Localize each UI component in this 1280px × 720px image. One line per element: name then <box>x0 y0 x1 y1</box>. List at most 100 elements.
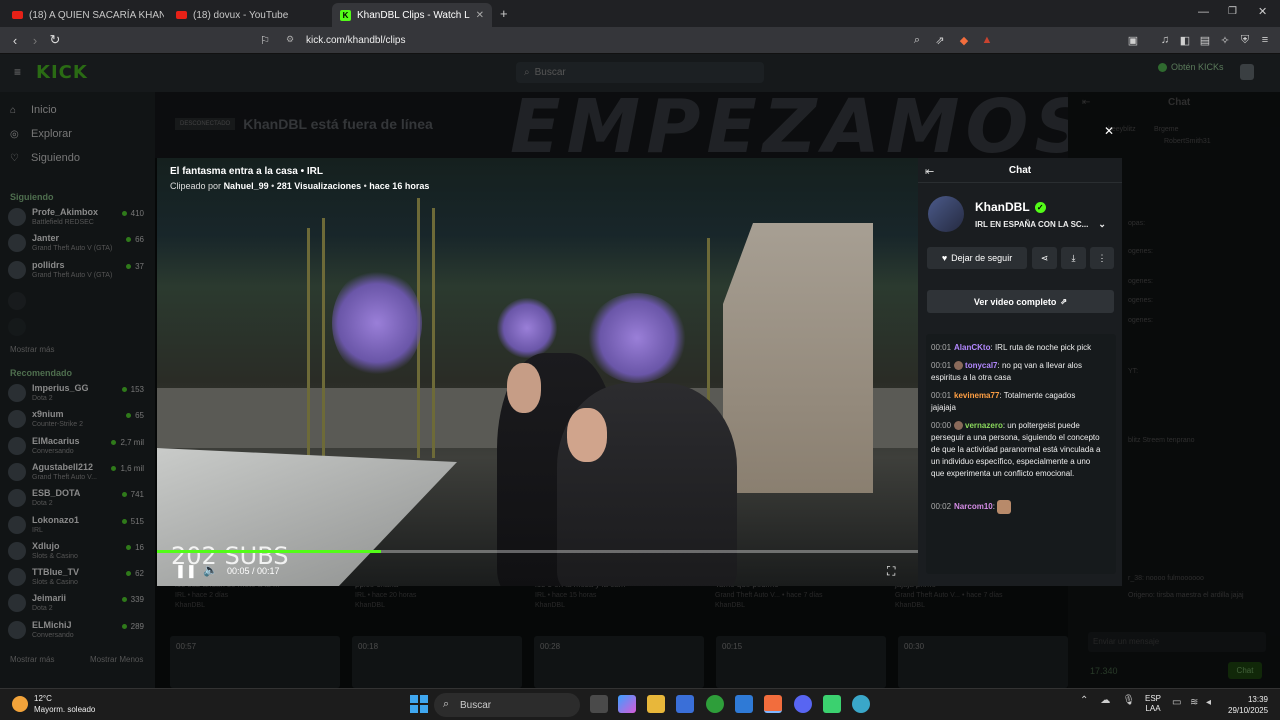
message-username[interactable]: tonycal7 <box>965 361 997 370</box>
music-icon[interactable]: ♫ <box>1158 33 1172 47</box>
store-icon[interactable] <box>676 695 694 713</box>
full-video-button[interactable]: Ver video completo ⇗ <box>927 290 1114 313</box>
collapse-panel-icon[interactable]: ⇤ <box>925 165 934 178</box>
weather-widget[interactable]: 12°C Mayorm. soleado <box>12 693 95 715</box>
channel-avatar[interactable] <box>928 196 964 232</box>
menu-icon[interactable]: ≡ <box>1258 33 1272 47</box>
channel-item[interactable]: ElMacarius Conversando 2,7 mil <box>8 435 148 461</box>
get-kicks-button[interactable]: Obtén KICKs <box>1158 62 1224 72</box>
wallet-icon[interactable]: ▤ <box>1198 33 1212 47</box>
microphone-icon[interactable]: 🎙 <box>1122 695 1135 706</box>
chevron-up-icon[interactable]: ⌃ <box>1080 695 1088 706</box>
fullscreen-icon[interactable]: ⛶ <box>887 564 895 579</box>
channel-item[interactable]: TTBlue_TV Slots & Casino 62 <box>8 566 148 592</box>
share-icon[interactable]: ⇗ <box>933 33 947 47</box>
xbox-icon[interactable] <box>706 695 724 713</box>
search-icon[interactable]: ⌕ <box>910 33 924 47</box>
share-button[interactable]: ⋖ <box>1032 247 1057 269</box>
reload-icon[interactable]: ↻ <box>47 32 63 48</box>
kick-logo[interactable]: KICK <box>36 62 88 83</box>
channel-item[interactable]: Lokonazo1 IRL 515 <box>8 514 148 540</box>
copilot-icon[interactable] <box>618 695 636 713</box>
mail-icon[interactable] <box>735 695 753 713</box>
channel-name: Lokonazo1 <box>32 514 80 525</box>
clip-title: El fantasma entra a la casa • IRL <box>170 166 324 177</box>
app-icon[interactable] <box>852 695 870 713</box>
file-explorer-icon[interactable] <box>647 695 665 713</box>
download-button[interactable]: ⤓ <box>1061 247 1086 269</box>
channel-item[interactable]: x9nium Counter-Strike 2 65 <box>8 408 148 434</box>
wifi-icon[interactable]: ≋ <box>1190 697 1198 708</box>
close-tab-icon[interactable]: ✕ <box>470 10 484 21</box>
share-icon: ⋖ <box>1040 252 1049 263</box>
clock[interactable]: 13:39 29/10/2025 <box>1228 694 1268 716</box>
unfollow-button[interactable]: ♥ Dejar de seguir <box>927 247 1027 269</box>
site-info-icon[interactable]: ⚙ <box>286 34 294 45</box>
message-username[interactable]: vernazero <box>965 421 1003 430</box>
clipper-name[interactable]: Nahuel_99 <box>224 181 269 191</box>
hamburger-icon[interactable]: ≡ <box>14 65 21 79</box>
user-avatar[interactable] <box>1240 64 1254 80</box>
sidebar-item-inicio[interactable]: ⌂ Inicio <box>10 104 57 116</box>
windows-start-icon[interactable] <box>410 695 428 713</box>
show-more-button[interactable]: Mostrar más <box>10 655 54 664</box>
channel-item[interactable]: ESB_DOTA Dota 2 741 <box>8 487 148 513</box>
viewer-count: 66 <box>126 235 144 244</box>
url-field[interactable]: ⚙ kick.com/khandbl/clips <box>276 29 1002 51</box>
channel-item[interactable]: Janter Grand Theft Auto V (GTA) 66 <box>8 232 148 258</box>
discord-icon[interactable] <box>794 695 812 713</box>
restore-icon[interactable]: ❐ <box>1228 6 1237 17</box>
pause-icon[interactable]: ❚❚ <box>175 563 197 578</box>
browser-tab[interactable]: (18) A QUIEN SACARÍA KHAN DE LA <box>4 3 164 27</box>
channel-item[interactable]: Xdlujo Slots & Casino 16 <box>8 540 148 566</box>
channel-item[interactable]: Jeimarii Dota 2 339 <box>8 592 148 618</box>
brave-shield-icon[interactable]: ◆ <box>957 33 971 47</box>
cloud-icon[interactable]: ☁ <box>1100 695 1110 706</box>
vpn-icon[interactable]: ⛨ <box>1238 33 1252 47</box>
sidebar-item-explorar[interactable]: ◎ Explorar <box>10 128 72 140</box>
back-icon[interactable]: ‹ <box>7 32 23 48</box>
video-progress-bar[interactable] <box>157 550 918 553</box>
system-tray[interactable]: ⌃ ☁ 🎙 <box>1080 695 1135 706</box>
stream-title[interactable]: IRL EN ESPAÑA CON LA SC... ⌄ <box>975 219 1106 230</box>
brave-browser-icon[interactable] <box>764 695 782 713</box>
volume-icon[interactable]: 🔈 <box>203 563 218 577</box>
show-less-button[interactable]: Mostrar Menos <box>90 655 143 664</box>
sidebar-item-siguiendo[interactable]: ♡ Siguiendo <box>10 152 80 164</box>
language-indicator[interactable]: ESP LAA <box>1145 694 1161 714</box>
recommended-heading: Recomendado <box>10 368 73 378</box>
channel-item[interactable]: Agustabell212 Grand Theft Auto V... 1,6 mi… <box>8 461 148 487</box>
bookmark-icon[interactable]: ⚐ <box>257 32 273 48</box>
sidebar-icon[interactable]: ◧ <box>1178 33 1192 47</box>
close-window-icon[interactable]: ✕ <box>1258 5 1267 18</box>
network-icon[interactable]: ▭ <box>1172 697 1181 708</box>
more-options-button[interactable]: ⋮ <box>1090 247 1114 269</box>
channel-item[interactable]: pollidrs Grand Theft Auto V (GTA) 37 <box>8 259 148 285</box>
taskbar-search[interactable]: ⌕ Buscar <box>434 693 580 717</box>
brave-rewards-icon[interactable]: ▲ <box>980 33 994 47</box>
message-username[interactable]: Narcom10 <box>954 502 993 511</box>
forward-icon[interactable]: › <box>27 32 43 48</box>
ai-icon[interactable]: ✧ <box>1218 33 1232 47</box>
app-icon[interactable] <box>823 695 841 713</box>
channel-item-faded[interactable] <box>8 316 148 342</box>
show-more-button[interactable]: Mostrar más <box>10 345 54 354</box>
browser-tab[interactable]: (18) dovux - YouTube <box>168 3 328 27</box>
channel-item[interactable]: ELMichiJ Conversando 289 <box>8 619 148 645</box>
new-tab-icon[interactable]: + <box>500 6 508 21</box>
speaker-icon[interactable]: ◂ <box>1206 697 1211 708</box>
channel-name[interactable]: KhanDBL ✓ <box>975 200 1046 214</box>
channel-item[interactable]: Imperius_GG Dota 2 153 <box>8 382 148 408</box>
minimize-icon[interactable]: — <box>1198 6 1209 18</box>
cast-icon[interactable]: ▣ <box>1126 33 1140 47</box>
message-username[interactable]: AlanCKto <box>954 343 990 352</box>
channel-item[interactable]: Profe_Akimbox Battlefield REDSEC 410 <box>8 206 148 232</box>
channel-name: Profe_Akimbox <box>32 207 99 217</box>
clip-video-player[interactable]: El fantasma entra a la casa • IRL Clipea… <box>157 158 918 586</box>
search-input[interactable]: ⌕ Buscar <box>516 62 764 83</box>
browser-tab-active[interactable]: K KhanDBL Clips - Watch Live o ✕ <box>332 3 492 27</box>
close-modal-icon[interactable]: ✕ <box>1104 124 1114 138</box>
message-username[interactable]: kevinema77 <box>954 391 999 400</box>
task-view-icon[interactable] <box>590 695 608 713</box>
channel-item-faded[interactable] <box>8 290 148 316</box>
